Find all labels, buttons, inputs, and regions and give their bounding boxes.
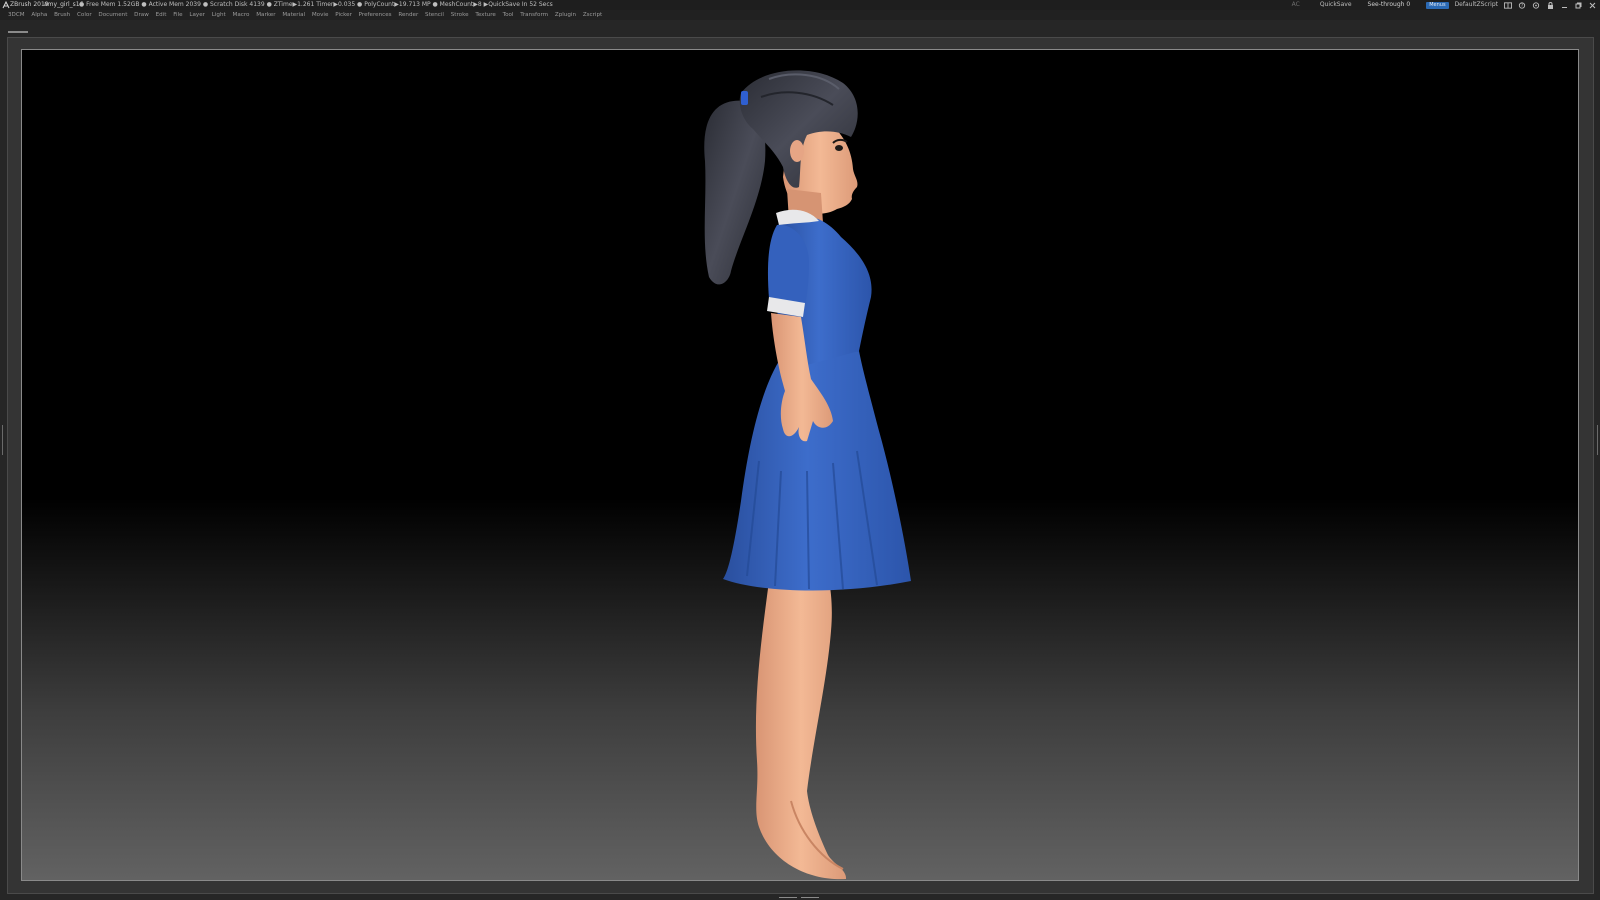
status-stats: ● Free Mem 1.52GB ● Active Mem 2039 ● Sc… — [79, 1, 553, 8]
viewport-canvas[interactable] — [21, 49, 1579, 881]
right-tray-handle[interactable] — [1596, 425, 1599, 455]
menu-movie[interactable]: Movie — [308, 10, 331, 20]
left-tray-handle[interactable] — [1, 425, 4, 455]
menu-file[interactable]: File — [170, 10, 186, 20]
see-through-value: 0 — [1406, 0, 1411, 8]
menu-texture[interactable]: Texture — [472, 10, 499, 20]
close-icon[interactable] — [1588, 1, 1596, 9]
character-model — [704, 70, 911, 880]
menu-3dcm[interactable]: 3DCM — [0, 10, 28, 20]
zbrush-logo-icon — [2, 1, 10, 9]
quicksave-button[interactable]: QuickSave — [1320, 0, 1352, 10]
titlebar-controls: AC QuickSave See-through 0 Menus Default… — [1292, 0, 1596, 10]
restore-icon[interactable] — [1574, 1, 1582, 9]
bottom-tray-handle[interactable] — [771, 895, 827, 899]
menu-material[interactable]: Material — [279, 10, 309, 20]
menu-edit[interactable]: Edit — [152, 10, 170, 20]
help-icon[interactable]: ? — [1518, 1, 1526, 9]
menus-toggle-button[interactable]: Menus — [1426, 1, 1449, 9]
menu-brush[interactable]: Brush — [51, 10, 74, 20]
menu-zplugin[interactable]: Zplugin — [552, 10, 580, 20]
menu-stencil[interactable]: Stencil — [422, 10, 448, 20]
layout-icon[interactable] — [1504, 1, 1512, 9]
menu-marker[interactable]: Marker — [253, 10, 279, 20]
menu-transform[interactable]: Transform — [517, 10, 552, 20]
menu-alpha[interactable]: Alpha — [28, 10, 51, 20]
document-title: amy_girl_s16 — [44, 1, 84, 8]
lock-icon[interactable] — [1546, 1, 1554, 9]
model-hair-tie — [741, 91, 748, 105]
minimize-icon[interactable] — [1560, 1, 1568, 9]
menu-macro[interactable]: Macro — [229, 10, 253, 20]
menu-tool[interactable]: Tool — [499, 10, 517, 20]
menu-color[interactable]: Color — [74, 10, 95, 20]
app-title: ZBrush 2019 — [10, 1, 49, 8]
main-menu-bar: 3DCM Alpha Brush Color Document Draw Edi… — [0, 10, 1600, 20]
model-legs — [755, 581, 847, 880]
menu-render[interactable]: Render — [395, 10, 422, 20]
palette-icon[interactable] — [1532, 1, 1540, 9]
menu-preferences[interactable]: Preferences — [355, 10, 395, 20]
ac-button[interactable]: AC — [1292, 0, 1300, 10]
shelf-grip-handle[interactable] — [8, 31, 28, 33]
title-bar: ZBrush 2019 amy_girl_s16 ● Free Mem 1.52… — [0, 0, 1600, 10]
script-selector[interactable]: DefaultZScript — [1455, 0, 1498, 10]
menu-picker[interactable]: Picker — [332, 10, 355, 20]
menu-layer[interactable]: Layer — [186, 10, 208, 20]
menu-stroke[interactable]: Stroke — [447, 10, 472, 20]
menu-document[interactable]: Document — [95, 10, 131, 20]
model-dress-skirt — [723, 351, 911, 591]
menu-zscript[interactable]: Zscript — [579, 10, 605, 20]
see-through-slider[interactable]: See-through 0 — [1367, 0, 1411, 10]
menu-light[interactable]: Light — [208, 10, 229, 20]
menu-draw[interactable]: Draw — [131, 10, 152, 20]
see-through-label: See-through — [1367, 0, 1405, 8]
top-shelf — [0, 20, 1600, 37]
